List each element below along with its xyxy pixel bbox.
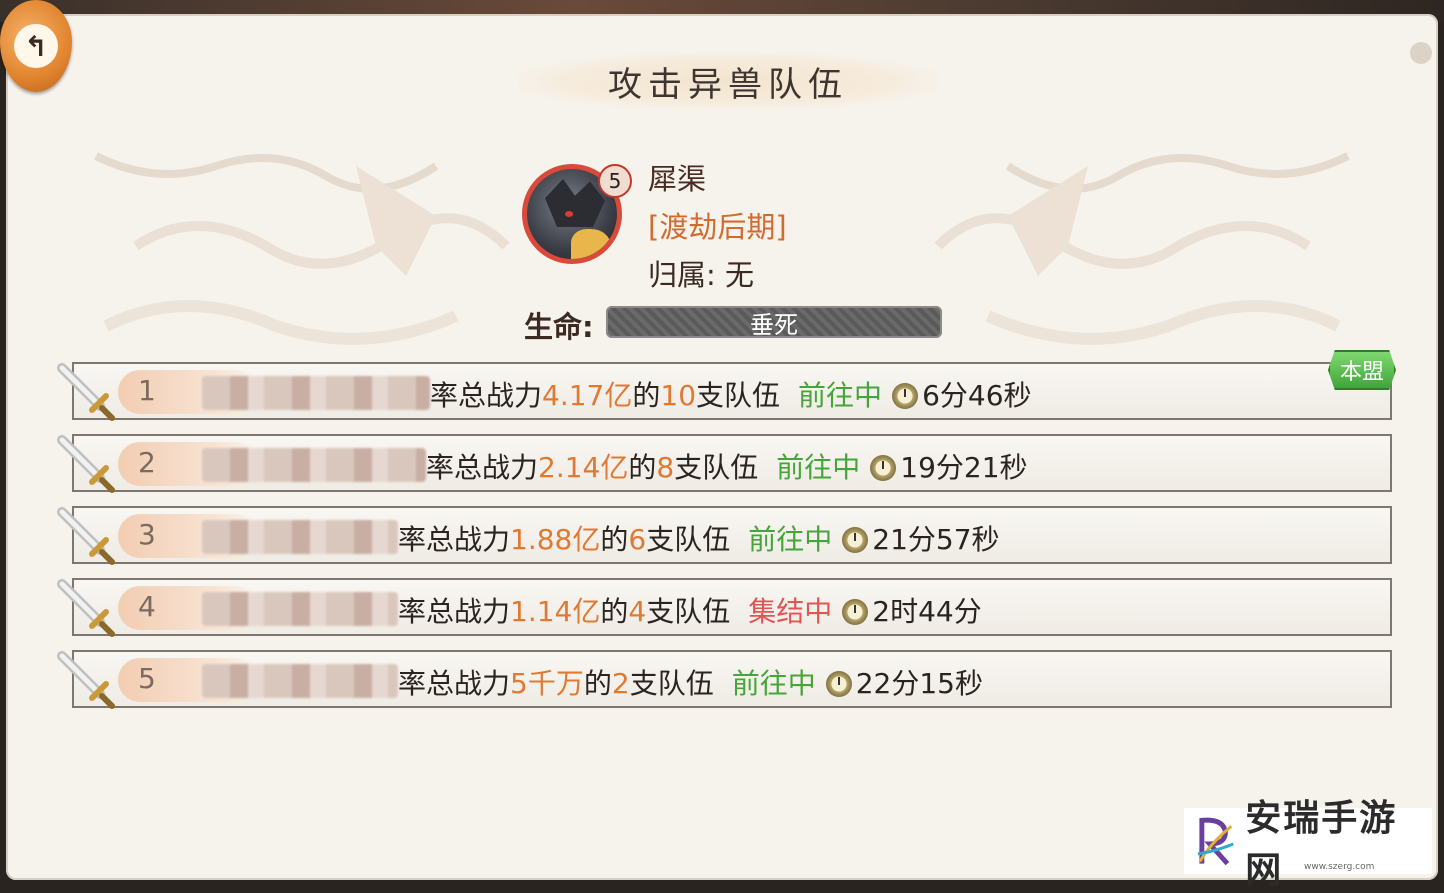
crossed-swords-icon <box>57 507 115 565</box>
crossed-swords-icon <box>57 579 115 637</box>
redacted-player-name <box>202 520 398 554</box>
redacted-player-name <box>202 664 398 698</box>
clock-icon <box>825 671 852 697</box>
beast-name: 犀渠 <box>648 162 707 196</box>
time-remaining: 21分57秒 <box>872 523 1000 556</box>
hp-bar: 垂死 <box>606 306 942 339</box>
march-status: 前往中 <box>748 523 833 556</box>
summary-suffix: 支队伍 <box>629 667 714 700</box>
total-power: 2.14亿 <box>538 451 629 484</box>
summary-mid: 的 <box>583 667 612 700</box>
summary-mid: 的 <box>600 523 629 556</box>
team-summary: 率总战力4.17亿的10支队伍 前往中 6分46秒 <box>430 374 1032 414</box>
rank-number: 4 <box>138 590 156 623</box>
team-count: 8 <box>656 451 675 484</box>
team-row[interactable]: 5 率总战力5千万的2支队伍 前往中 22分15秒 <box>57 650 1392 709</box>
cloud-ornament-left-icon <box>94 152 510 345</box>
clock-icon <box>842 527 869 553</box>
march-status: 集结中 <box>748 595 833 628</box>
summary-prefix: 率总战力 <box>398 523 511 556</box>
crossed-swords-icon <box>57 651 115 709</box>
team-row[interactable]: 2 率总战力2.14亿的8支队伍 前往中 19分21秒 <box>57 434 1392 493</box>
summary-prefix: 率总战力 <box>398 667 511 700</box>
crossed-swords-icon <box>57 363 115 421</box>
team-count: 6 <box>628 523 647 556</box>
watermark-logo-icon <box>1197 817 1234 866</box>
back-arrow-icon: ↰ <box>14 24 58 68</box>
watermark-text: 安瑞手游网 <box>1245 797 1398 891</box>
clock-icon <box>892 383 919 409</box>
redacted-player-name <box>202 376 430 410</box>
redacted-player-name <box>202 592 398 626</box>
summary-prefix: 率总战力 <box>430 379 543 412</box>
team-summary: 率总战力2.14亿的8支队伍 前往中 19分21秒 <box>426 446 1028 486</box>
watermark-url: www.szerg.com <box>1304 862 1375 872</box>
total-power: 1.14亿 <box>510 595 601 628</box>
redacted-player-name <box>202 448 426 482</box>
summary-mid: 的 <box>632 379 661 412</box>
time-remaining: 22分15秒 <box>855 667 983 700</box>
team-count: 10 <box>660 379 697 412</box>
clock-icon <box>842 599 869 625</box>
crossed-swords-icon <box>57 435 115 493</box>
watermark: 安瑞手游网 www.szerg.com <box>1184 797 1432 891</box>
time-remaining: 6分46秒 <box>922 379 1032 412</box>
time-remaining: 19分21秒 <box>900 451 1028 484</box>
beast-level-badge: 5 <box>598 164 632 198</box>
hp-status: 垂死 <box>750 310 798 339</box>
page-title: 攻击异兽队伍 <box>608 64 848 105</box>
march-status: 前往中 <box>731 667 816 700</box>
summary-mid: 的 <box>600 595 629 628</box>
rank-number: 3 <box>138 518 156 551</box>
title-banner: 攻击异兽队伍 <box>518 52 938 110</box>
rank-number: 5 <box>138 662 156 695</box>
owner-label: 归属: <box>648 258 716 292</box>
team-summary: 率总战力5千万的2支队伍 前往中 22分15秒 <box>398 662 983 702</box>
team-count: 2 <box>611 667 630 700</box>
summary-suffix: 支队伍 <box>646 595 731 628</box>
summary-prefix: 率总战力 <box>426 451 539 484</box>
team-row[interactable]: 3 率总战力1.88亿的6支队伍 前往中 21分57秒 <box>57 506 1392 565</box>
summary-prefix: 率总战力 <box>398 595 511 628</box>
team-row[interactable]: 4 率总战力1.14亿的4支队伍 集结中 2时44分 <box>57 578 1392 637</box>
team-summary: 率总战力1.88亿的6支队伍 前往中 21分57秒 <box>398 518 1000 558</box>
cloud-ornament-right-icon <box>934 152 1350 345</box>
march-status: 前往中 <box>798 379 883 412</box>
summary-mid: 的 <box>628 451 657 484</box>
summary-suffix: 支队伍 <box>674 451 759 484</box>
team-count: 4 <box>628 595 647 628</box>
team-summary: 率总战力1.14亿的4支队伍 集结中 2时44分 <box>398 590 982 630</box>
hp-label: 生命: <box>524 310 594 344</box>
panel-corner-button[interactable] <box>1410 42 1432 64</box>
total-power: 4.17亿 <box>542 379 633 412</box>
rank-number: 1 <box>138 374 156 407</box>
clock-icon <box>870 455 897 481</box>
beast-owner: 归属: 无 <box>648 252 754 294</box>
owner-value: 无 <box>725 258 755 292</box>
summary-suffix: 支队伍 <box>646 523 731 556</box>
total-power: 1.88亿 <box>510 523 601 556</box>
beast-stage: [渡劫后期] <box>648 210 787 244</box>
summary-suffix: 支队伍 <box>696 379 781 412</box>
time-remaining: 2时44分 <box>872 595 982 628</box>
beast-avatar: 5 <box>522 164 632 264</box>
own-alliance-badge: 本盟 <box>1327 350 1396 390</box>
attack-beast-panel: 攻击异兽队伍 5 犀渠 [渡劫后期] 归属: 无 生命: 垂死 1 率总战力4.1… <box>6 14 1438 891</box>
march-status: 前往中 <box>776 451 861 484</box>
total-power: 5千万 <box>510 667 584 700</box>
rank-number: 2 <box>138 446 156 479</box>
team-row[interactable]: 1 率总战力4.17亿的10支队伍 前往中 6分46秒 本盟 <box>57 350 1396 421</box>
